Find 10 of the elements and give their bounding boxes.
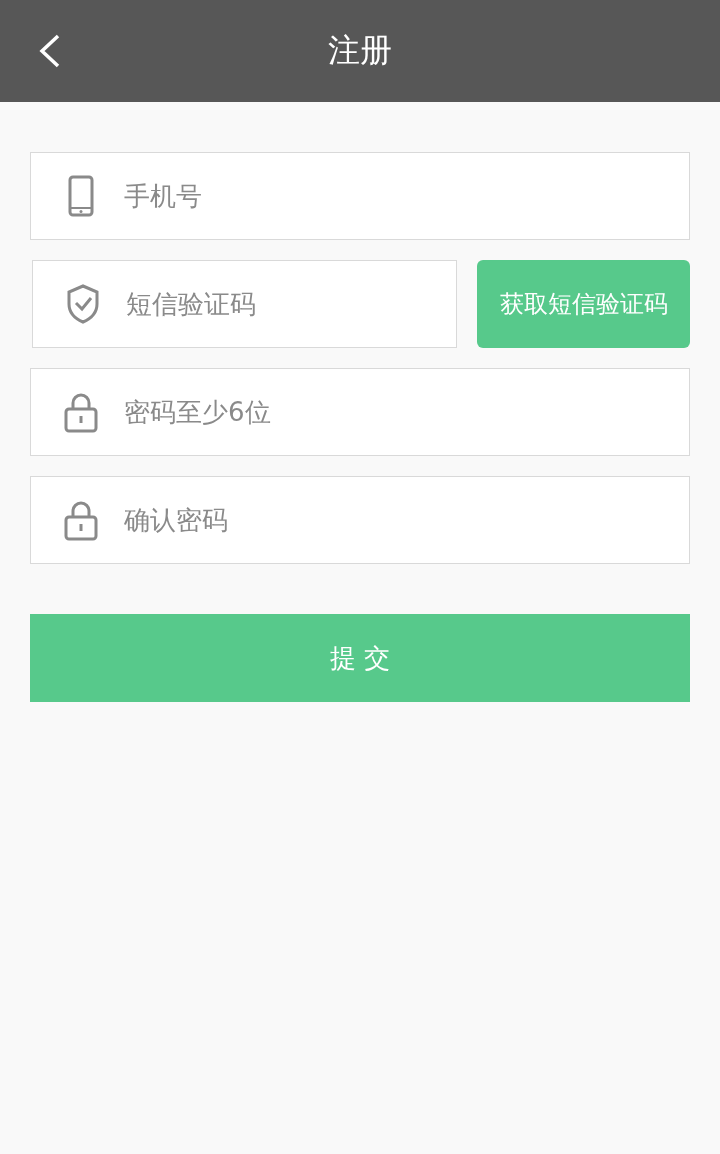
input-field[interactable]: 手机号 bbox=[30, 152, 690, 240]
submit-button[interactable]: 提 交 bbox=[30, 614, 690, 702]
lock-icon bbox=[64, 391, 98, 433]
input-field[interactable]: 密码至少6位 bbox=[30, 368, 690, 456]
input-field[interactable]: 确认密码 bbox=[30, 476, 690, 564]
page-title: 注册 bbox=[328, 30, 392, 71]
get-code-button[interactable]: 获取短信验证码 bbox=[477, 260, 690, 348]
input-field[interactable]: 短信验证码 bbox=[32, 260, 457, 348]
lock-icon bbox=[64, 499, 98, 541]
shield-check-icon bbox=[66, 283, 100, 325]
